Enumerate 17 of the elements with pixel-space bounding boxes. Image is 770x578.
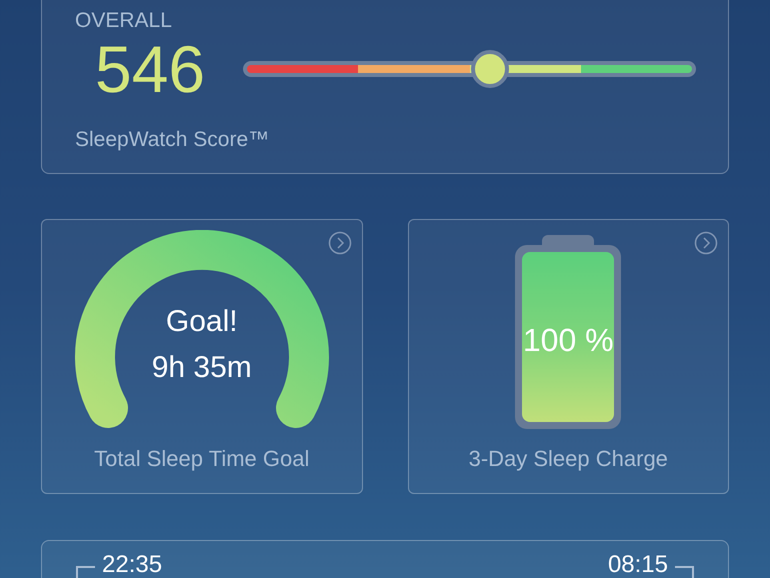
charge-reading: 100 % — [522, 321, 615, 360]
tile-caption: Total Sleep Time Goal — [94, 445, 310, 473]
tile-caption: 3-Day Sleep Charge — [468, 445, 668, 473]
battery-icon — [515, 235, 622, 429]
chevron-icon[interactable] — [694, 231, 718, 255]
score-heading: OVERALL — [75, 8, 172, 34]
wake-time: 08:15 — [608, 551, 668, 578]
bracket-icon — [674, 565, 694, 578]
chevron-icon[interactable] — [328, 231, 352, 255]
score-caption: SleepWatch Score™ — [75, 127, 270, 153]
bedtime: 22:35 — [102, 551, 162, 578]
score-slider[interactable] — [243, 50, 696, 88]
score-value: 546 — [94, 34, 206, 104]
bracket-icon — [76, 565, 96, 578]
goal-text: 9h 35m — [152, 350, 252, 386]
goal-card[interactable]: Goal! 9h 35m Total Sleep Time Goal — [41, 219, 362, 494]
goal-text: Goal! — [166, 304, 238, 340]
